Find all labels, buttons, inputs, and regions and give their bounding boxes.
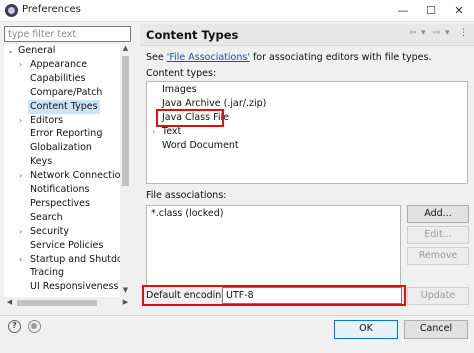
tree-horizontal-scrollbar[interactable]: ◀ ▶ (4, 297, 131, 308)
tree-item-label: Keys (30, 156, 53, 168)
scroll-right-icon[interactable]: ▶ (120, 297, 131, 308)
tree-item-label: Appearance (30, 58, 88, 70)
cancel-button[interactable]: Cancel (404, 320, 468, 339)
close-button[interactable]: ✕ (448, 1, 470, 21)
edit-button[interactable]: Edit... (407, 226, 469, 244)
ok-button[interactable]: OK (334, 320, 398, 339)
tree-item[interactable]: UI Responsiveness Mo (30, 280, 120, 294)
chevron-right-icon[interactable]: › (19, 114, 22, 128)
scroll-thumb[interactable] (122, 56, 129, 186)
tree-item[interactable]: Service Policies (30, 239, 103, 253)
content-type-label: Images (162, 84, 197, 95)
update-button[interactable]: Update (407, 287, 469, 305)
content-type-item[interactable]: Word Document (162, 139, 239, 153)
chevron-right-icon[interactable]: › (152, 125, 155, 139)
tree-item-label: UI Responsiveness Mo (30, 281, 120, 293)
chevron-right-icon[interactable]: › (19, 225, 22, 239)
tree-item-label: Search (30, 211, 63, 223)
page-title: Content Types (146, 28, 239, 42)
tree-item[interactable]: Globalization (30, 141, 92, 155)
chevron-down-icon[interactable]: ⌄ (7, 44, 14, 58)
tree-item[interactable]: › Network Connections (19, 169, 120, 183)
content-type-label: Word Document (162, 139, 239, 151)
forward-arrow-icon[interactable]: ⇨ (433, 28, 441, 38)
remove-button[interactable]: Remove (407, 247, 469, 265)
tree-item[interactable]: Notifications (30, 183, 89, 197)
tree-item-label: Content Types (30, 100, 98, 112)
description-text: See 'File Associations' for associating … (146, 52, 431, 63)
file-associations-list[interactable]: *.class (locked) (146, 205, 401, 287)
content-type-label: Java Archive (.jar/.zip) (162, 97, 267, 109)
annotation-highlight-box (156, 109, 224, 127)
list-item[interactable]: *.class (locked) (151, 208, 224, 219)
chevron-right-icon[interactable]: › (19, 58, 22, 72)
scroll-down-icon[interactable]: ▼ (120, 286, 131, 297)
tree-item[interactable]: Perspectives (30, 197, 90, 211)
add-button[interactable]: Add... (407, 205, 469, 223)
tree-item[interactable]: Content Types (28, 99, 100, 114)
tree-item[interactable]: Compare/Patch (30, 86, 102, 100)
back-menu-icon[interactable]: ▾ (421, 28, 426, 38)
tree-item-label: Tracing (30, 267, 65, 279)
window-title: Preferences (22, 4, 81, 15)
file-associations-link[interactable]: 'File Associations' (167, 52, 250, 63)
minimize-button[interactable]: — (392, 1, 414, 21)
tree-item[interactable]: ⌄ General (7, 44, 56, 58)
tree-item[interactable]: › Editors (19, 114, 64, 128)
annotation-highlight-box (142, 285, 406, 306)
tree-item[interactable]: › Security (19, 225, 70, 239)
chevron-right-icon[interactable]: › (19, 169, 22, 183)
content-type-label: Text (162, 125, 182, 137)
back-arrow-icon[interactable]: ⇦ (409, 28, 417, 38)
description-prefix: See (146, 52, 167, 63)
filter-field[interactable] (4, 26, 131, 42)
tree-item-label: Globalization (30, 142, 92, 154)
tree-item[interactable]: › Appearance (19, 58, 88, 72)
tree-item[interactable]: Capabilities (30, 72, 85, 86)
content-type-item[interactable]: Images (162, 83, 197, 97)
description-suffix: for associating editors with file types. (249, 52, 432, 63)
tree-item-label: Capabilities (30, 72, 86, 84)
tree-item-label: Notifications (30, 184, 90, 195)
tree-item-label: Service Policies (30, 239, 104, 251)
eclipse-app-icon (5, 4, 18, 17)
filter-input[interactable] (8, 28, 127, 40)
view-menu-icon[interactable]: ⋮ (459, 28, 468, 38)
tree-item-label: Compare/Patch (30, 86, 103, 98)
tree-item-label: Security (30, 225, 70, 237)
help-icon[interactable]: ? (8, 320, 21, 333)
tree-item[interactable]: Keys (30, 155, 52, 169)
scroll-up-icon[interactable]: ▲ (120, 44, 131, 55)
tree-item-label: General (18, 45, 56, 56)
tree-item-label: Startup and Shutdown (30, 253, 120, 265)
tree-vertical-scrollbar[interactable]: ▲ ▼ (120, 44, 131, 297)
scroll-left-icon[interactable]: ◀ (4, 297, 15, 308)
tree-item[interactable]: › Startup and Shutdown (19, 253, 120, 267)
file-associations-label: File associations: (146, 190, 227, 201)
footer-divider (0, 315, 474, 316)
content-types-label: Content types: (146, 68, 217, 79)
tree-item[interactable]: Search (30, 211, 63, 225)
tree-item-label: Error Reporting (30, 128, 103, 140)
content-types-tree[interactable]: Images Java Archive (.jar/.zip) Java Class… (146, 81, 468, 184)
tree-item[interactable]: Error Reporting (30, 127, 102, 141)
tree-item[interactable]: Tracing (30, 266, 64, 280)
forward-menu-icon[interactable]: ▾ (445, 28, 450, 38)
maximize-button[interactable]: ☐ (420, 1, 442, 21)
scroll-thumb-horizontal[interactable] (17, 300, 97, 306)
tree-item-label: Network Connections (30, 170, 120, 182)
chevron-right-icon[interactable]: › (19, 253, 22, 267)
tree-item-label: Editors (30, 114, 64, 126)
tree-item-label: Perspectives (30, 197, 90, 209)
preference-tree[interactable]: ⌄ General › Appearance Capabilities Compare/P… (4, 44, 120, 297)
record-icon[interactable] (28, 320, 41, 333)
